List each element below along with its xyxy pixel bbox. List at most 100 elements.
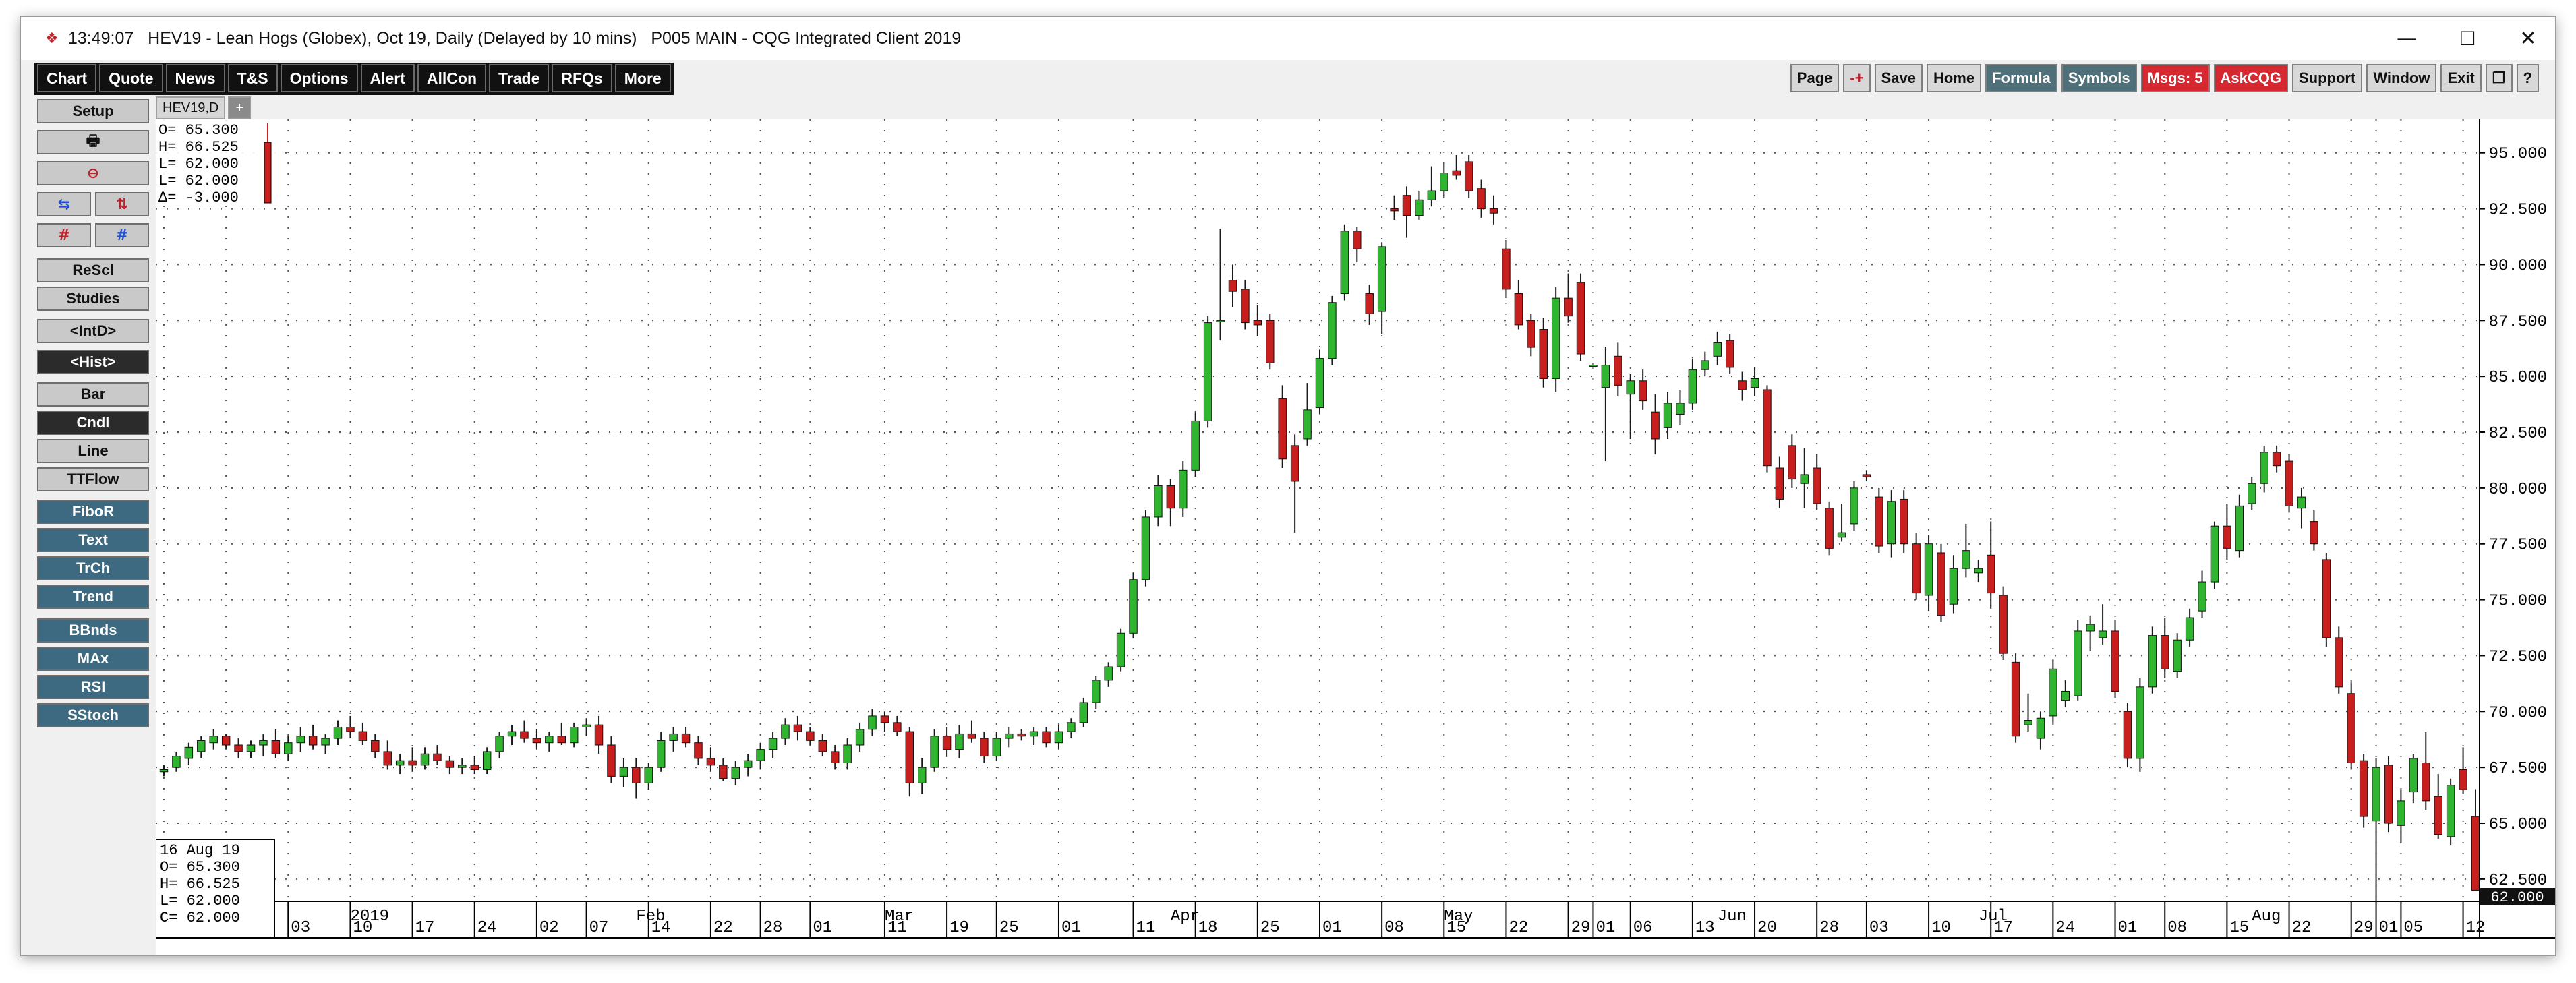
zoom-plus-minus-button[interactable]: -+ [1843,64,1871,92]
home-button[interactable]: Home [1926,64,1982,92]
day-tick-label: 06 [1633,919,1653,937]
support-button[interactable]: Support [2292,64,2363,92]
day-tick-label: 22 [2292,919,2312,937]
candle-body [918,767,927,783]
candle-body [719,765,728,779]
candle-body [1241,289,1250,324]
rfqs-button[interactable]: RFQs [552,64,612,92]
day-tick-label: 29 [2354,919,2374,937]
candle-body [1862,474,1871,477]
candle-body [1216,320,1225,322]
candle-body [793,724,802,732]
text-tool-button[interactable]: Text [37,528,149,552]
grid-red-icon[interactable]: # [37,223,91,247]
studies-button[interactable]: Studies [37,287,149,311]
tab-hev19-daily[interactable]: HEV19,D [156,96,226,119]
maximize-button[interactable]: ☐ [2440,24,2494,53]
candle-body [706,758,715,766]
candle-body [246,744,256,752]
cancel-orders-icon[interactable]: ⊖ [37,161,149,185]
candle-body [209,736,218,744]
quote-high: H= 66.525 [158,139,239,156]
add-tab-button[interactable]: + [228,96,252,119]
rsi-button[interactable]: RSI [37,675,149,699]
price-tick-label: 85.000 [2489,369,2547,387]
slow-stochastic-button[interactable]: SStoch [37,703,149,727]
candle-body [545,736,554,744]
window-button[interactable]: Window [2366,64,2437,92]
candle-body [2248,483,2256,504]
setup-button[interactable]: Setup [37,99,149,123]
history-button[interactable]: <Hist> [37,350,149,374]
candle-body [470,765,479,770]
print-icon[interactable]: 🖶 [37,130,149,154]
day-tick-label: 07 [589,919,609,937]
candle-body [2111,630,2119,692]
candle-body [495,736,504,752]
day-tick-label: 15 [2229,919,2249,937]
news-button[interactable]: News [165,64,225,92]
candle-body [2397,800,2405,826]
day-tick-label: 02 [539,919,559,937]
candle-body [2347,693,2355,764]
alert-button[interactable]: Alert [360,64,415,92]
candle-chart-button[interactable]: Cndl [37,411,149,435]
candle-body [855,729,865,746]
swap-vertical-icon[interactable]: ⇅ [95,192,149,216]
day-tick-label: 12 [2466,919,2486,937]
candle-body [632,767,641,783]
candlestick-chart-svg[interactable]: 62.500 65.000 67.500 70.000 72.500 75.000 77.5… [155,119,2555,955]
swap-horizontal-icon[interactable]: ⇆ [37,192,91,216]
day-tick-label: 01 [813,919,832,937]
more-button[interactable]: More [614,64,671,92]
allcon-button[interactable]: AllCon [417,64,487,92]
price-chart[interactable]: 62.500 65.000 67.500 70.000 72.500 75.000 77.5… [155,119,2555,955]
candle-body [445,760,455,768]
chart-button[interactable]: Chart [37,64,97,92]
messages-button[interactable]: Msgs: 5 [2140,64,2210,92]
price-tick-label: 90.000 [2489,257,2547,275]
symbols-button[interactable]: Symbols [2061,64,2137,92]
price-tick-label: 72.500 [2489,648,2547,666]
minimize-button[interactable]: — [2380,24,2434,53]
cqg-logo-icon: ❖ [45,30,59,47]
candle-body [1365,293,1374,314]
candle-body [744,760,753,768]
candle-body [2123,711,2132,759]
askcqg-button[interactable]: AskCQG [2213,64,2288,92]
candle-body [532,738,541,744]
save-button[interactable]: Save [1874,64,1923,92]
options-button[interactable]: Options [280,64,358,92]
bar-chart-button[interactable]: Bar [37,382,149,407]
close-button[interactable]: ✕ [2501,24,2555,53]
restore-window-icon[interactable]: ❐ [2485,64,2513,92]
formula-button[interactable]: Formula [1985,64,2057,92]
quote-button[interactable]: Quote [99,64,163,92]
help-button[interactable]: ? [2516,64,2539,92]
grid-blue-icon[interactable]: # [95,223,149,247]
candle-body [1514,293,1523,326]
time-and-sales-button[interactable]: T&S [227,64,278,92]
candle-body [1017,733,1026,737]
candle-body [868,715,877,730]
exit-button[interactable]: Exit [2440,64,2482,92]
intraday-button[interactable]: <IntD> [37,319,149,343]
month-label: Jul [1979,907,2008,926]
moving-average-button[interactable]: MAx [37,647,149,671]
candle-body [1092,680,1101,703]
candle-body [1179,469,1188,509]
day-tick-label: 20 [1757,919,1777,937]
candle-body [2185,617,2194,641]
bollinger-bands-button[interactable]: BBnds [37,618,149,643]
rescale-button[interactable]: ReScl [37,258,149,282]
candle-body [1800,474,1809,484]
line-chart-button[interactable]: Line [37,439,149,463]
trend-channel-button[interactable]: TrCh [37,556,149,580]
trend-line-button[interactable]: Trend [37,585,149,609]
candle-body [271,740,281,754]
ttflow-button[interactable]: TTFlow [37,467,149,491]
page-button[interactable]: Page [1790,64,1840,92]
candle-body [1987,554,1995,594]
trade-button[interactable]: Trade [489,64,550,92]
fibonacci-retracement-button[interactable]: FiboR [37,500,149,524]
